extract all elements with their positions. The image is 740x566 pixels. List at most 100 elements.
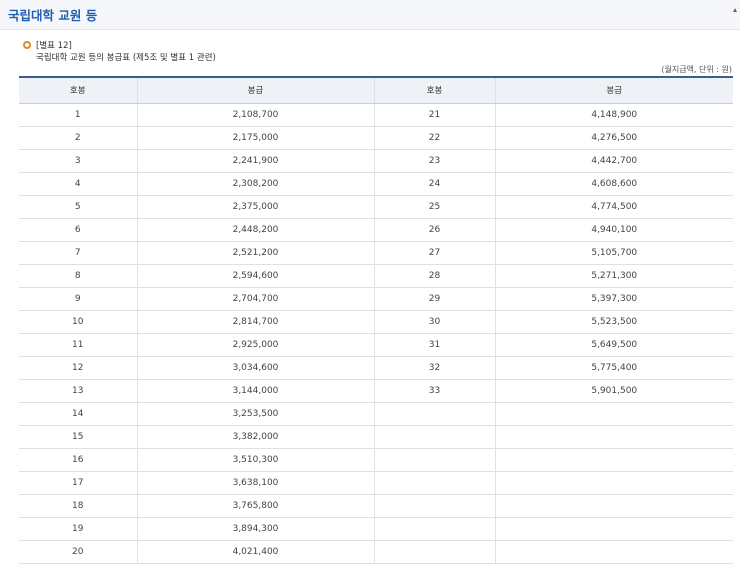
grade-cell: 22 xyxy=(373,126,495,150)
grade-cell: 31 xyxy=(373,333,495,357)
table-row: 2 2,175,000 22 4,276,500 xyxy=(19,126,733,150)
salary-cell: 2,521,200 xyxy=(136,241,374,265)
salary-cell: 5,901,500 xyxy=(494,379,733,403)
salary-cell: 3,382,000 xyxy=(136,425,374,449)
grade-cell: 11 xyxy=(19,333,137,357)
table-row: 12 3,034,600 32 5,775,400 xyxy=(19,356,733,380)
table-row: 10 2,814,700 30 5,523,500 xyxy=(19,310,733,334)
grade-cell: 6 xyxy=(19,218,137,242)
grade-cell: 5 xyxy=(19,195,137,219)
salary-cell: 2,108,700 xyxy=(136,103,374,127)
grade-cell: 15 xyxy=(19,425,137,449)
salary-cell xyxy=(494,517,733,541)
table-row: 20 4,021,400 xyxy=(19,540,733,564)
header-grade-right: 호봉 xyxy=(373,76,495,104)
grade-cell xyxy=(373,402,495,426)
salary-cell xyxy=(494,448,733,472)
grade-cell: 28 xyxy=(373,264,495,288)
grade-cell: 29 xyxy=(373,287,495,311)
salary-cell: 3,034,600 xyxy=(136,356,374,380)
salary-cell: 4,608,600 xyxy=(494,172,733,196)
header-salary-left: 봉급 xyxy=(136,76,374,104)
table-row: 1 2,108,700 21 4,148,900 xyxy=(19,103,733,127)
grade-cell: 23 xyxy=(373,149,495,173)
salary-cell: 5,523,500 xyxy=(494,310,733,334)
grade-cell: 27 xyxy=(373,241,495,265)
table-row: 3 2,241,900 23 4,442,700 xyxy=(19,149,733,173)
salary-cell: 5,397,300 xyxy=(494,287,733,311)
unit-note: (월지급액, 단위 : 원) xyxy=(661,65,732,74)
salary-cell xyxy=(494,494,733,518)
table-row: 6 2,448,200 26 4,940,100 xyxy=(19,218,733,242)
salary-cell: 3,510,300 xyxy=(136,448,374,472)
salary-cell: 2,925,000 xyxy=(136,333,374,357)
table-row: 16 3,510,300 xyxy=(19,448,733,472)
table-row: 7 2,521,200 27 5,105,700 xyxy=(19,241,733,265)
grade-cell: 10 xyxy=(19,310,137,334)
table-row: 5 2,375,000 25 4,774,500 xyxy=(19,195,733,219)
grade-cell: 21 xyxy=(373,103,495,127)
grade-cell: 16 xyxy=(19,448,137,472)
table-row: 15 3,382,000 xyxy=(19,425,733,449)
grade-cell: 8 xyxy=(19,264,137,288)
grade-cell: 4 xyxy=(19,172,137,196)
table-caption: 국립대학 교원 등의 봉급표 (제5조 및 별표 1 관련) xyxy=(36,53,216,63)
salary-cell: 5,649,500 xyxy=(494,333,733,357)
salary-cell xyxy=(494,425,733,449)
table-row: 11 2,925,000 31 5,649,500 xyxy=(19,333,733,357)
salary-cell: 5,105,700 xyxy=(494,241,733,265)
grade-cell: 30 xyxy=(373,310,495,334)
salary-cell: 3,765,800 xyxy=(136,494,374,518)
salary-cell: 4,940,100 xyxy=(494,218,733,242)
grade-cell: 19 xyxy=(19,517,137,541)
grade-cell xyxy=(373,471,495,495)
grade-cell: 17 xyxy=(19,471,137,495)
table-row: 9 2,704,700 29 5,397,300 xyxy=(19,287,733,311)
table-row: 4 2,308,200 24 4,608,600 xyxy=(19,172,733,196)
grade-cell xyxy=(373,494,495,518)
grade-cell: 7 xyxy=(19,241,137,265)
salary-cell: 4,276,500 xyxy=(494,126,733,150)
grade-cell: 14 xyxy=(19,402,137,426)
salary-cell: 2,448,200 xyxy=(136,218,374,242)
circle-bullet-icon xyxy=(23,41,31,49)
grade-cell: 13 xyxy=(19,379,137,403)
salary-cell: 3,144,000 xyxy=(136,379,374,403)
grade-cell: 25 xyxy=(373,195,495,219)
table-row: 8 2,594,600 28 5,271,300 xyxy=(19,264,733,288)
header-salary-right: 봉급 xyxy=(494,76,733,104)
section-header[interactable]: 국립대학 교원 등 xyxy=(0,0,740,30)
salary-cell: 3,894,300 xyxy=(136,517,374,541)
grade-cell xyxy=(373,448,495,472)
grade-cell: 18 xyxy=(19,494,137,518)
grade-cell: 24 xyxy=(373,172,495,196)
grade-cell: 32 xyxy=(373,356,495,380)
collapse-caret-icon[interactable] xyxy=(733,8,737,12)
salary-cell: 3,253,500 xyxy=(136,402,374,426)
salary-table: 호봉 봉급 호봉 봉급 1 2,108,700 21 4,148,900 2 2,175,… xyxy=(19,76,733,564)
grade-cell: 2 xyxy=(19,126,137,150)
table-row: 13 3,144,000 33 5,901,500 xyxy=(19,379,733,403)
grade-cell: 1 xyxy=(19,103,137,127)
salary-cell: 2,241,900 xyxy=(136,149,374,173)
table-row: 19 3,894,300 xyxy=(19,517,733,541)
salary-cell: 2,814,700 xyxy=(136,310,374,334)
grade-cell xyxy=(373,517,495,541)
grade-cell: 12 xyxy=(19,356,137,380)
salary-cell: 2,704,700 xyxy=(136,287,374,311)
salary-cell: 4,021,400 xyxy=(136,540,374,564)
table-row: 17 3,638,100 xyxy=(19,471,733,495)
salary-cell: 5,775,400 xyxy=(494,356,733,380)
salary-cell: 2,594,600 xyxy=(136,264,374,288)
salary-cell: 4,774,500 xyxy=(494,195,733,219)
grade-cell: 9 xyxy=(19,287,137,311)
header-grade-left: 호봉 xyxy=(19,76,137,104)
salary-cell: 2,375,000 xyxy=(136,195,374,219)
grade-cell: 26 xyxy=(373,218,495,242)
salary-cell xyxy=(494,471,733,495)
salary-cell: 5,271,300 xyxy=(494,264,733,288)
section-title: 국립대학 교원 등 xyxy=(8,8,98,23)
grade-cell: 20 xyxy=(19,540,137,564)
salary-cell: 2,308,200 xyxy=(136,172,374,196)
table-body: 1 2,108,700 21 4,148,900 2 2,175,000 22 4,276,5… xyxy=(19,103,733,564)
